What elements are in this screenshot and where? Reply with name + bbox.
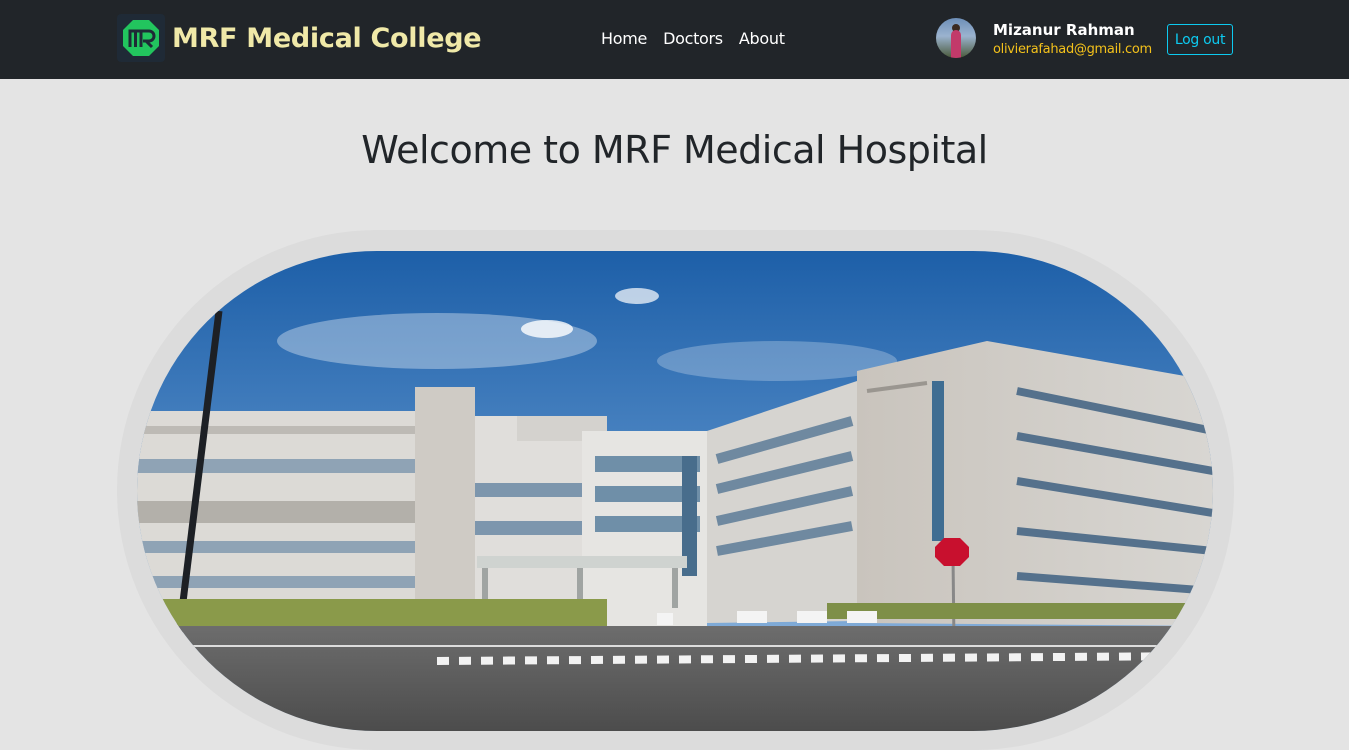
nav-link-about[interactable]: About	[739, 29, 785, 48]
nav-link-home[interactable]: Home	[601, 29, 647, 48]
user-avatar	[936, 18, 976, 58]
mr-monogram-logo-icon	[117, 14, 165, 62]
nav-link-doctors[interactable]: Doctors	[663, 29, 723, 48]
nav-links: Home Doctors About	[601, 29, 801, 48]
logout-button[interactable]: Log out	[1167, 24, 1233, 55]
page-title: Welcome to MRF Medical Hospital	[361, 128, 988, 172]
user-email: olivierafahad@gmail.com	[993, 41, 1152, 57]
hospital-building-photo	[137, 251, 1213, 731]
brand-link[interactable]: MRF Medical College	[117, 14, 482, 62]
brand-name: MRF Medical College	[172, 22, 482, 54]
user-info: Mizanur Rahman olivierafahad@gmail.com	[993, 19, 1152, 58]
navbar: MRF Medical College Home Doctors About M…	[0, 0, 1349, 79]
user-name: Mizanur Rahman	[993, 20, 1135, 39]
user-profile: Mizanur Rahman olivierafahad@gmail.com	[936, 18, 1152, 58]
